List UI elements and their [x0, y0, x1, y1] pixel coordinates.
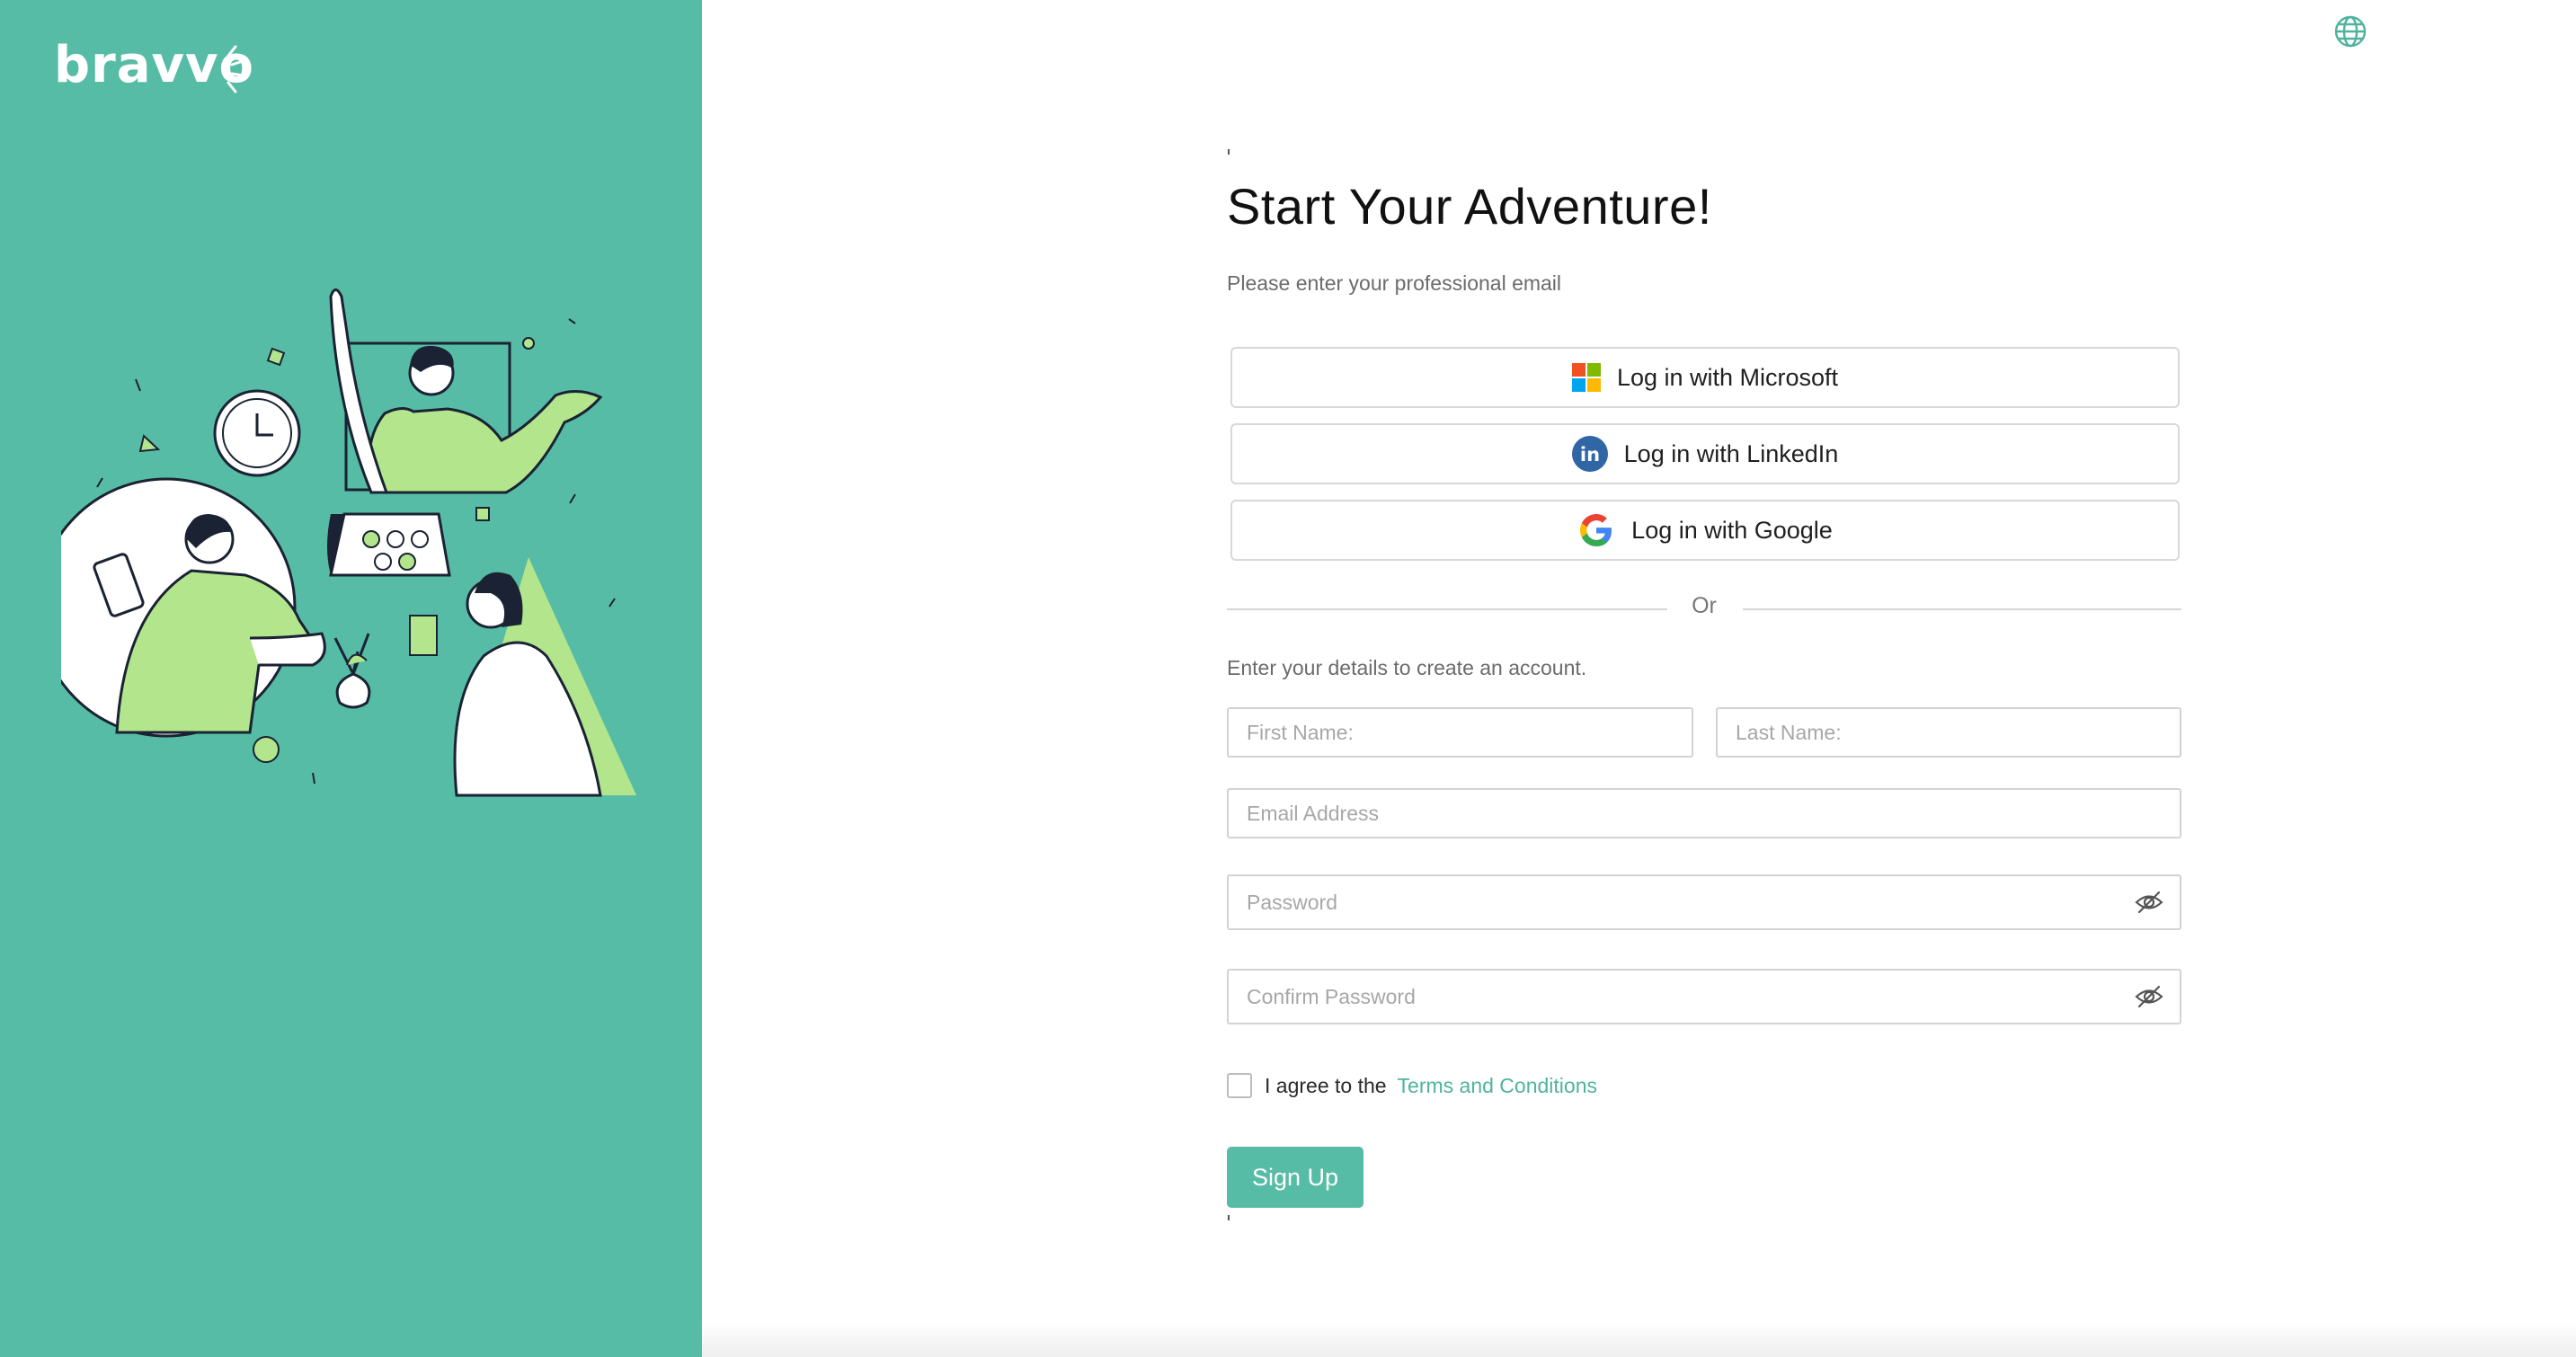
google-login-button[interactable]: Log in with Google [1230, 500, 2180, 561]
linkedin-icon: in [1571, 436, 1608, 472]
microsoft-login-label: Log in with Microsoft [1616, 363, 1839, 391]
first-name-field[interactable] [1227, 707, 1693, 758]
sign-up-button[interactable]: Sign Up [1227, 1147, 1364, 1208]
microsoft-icon [1571, 363, 1601, 392]
microsoft-login-button[interactable]: Log in with Microsoft [1230, 347, 2180, 408]
email-field[interactable] [1227, 788, 2181, 838]
team-illustration [61, 288, 636, 797]
bravvo-logo: bravvo [54, 36, 261, 108]
password-field[interactable] [1227, 874, 2181, 930]
or-divider: Or [1227, 593, 2181, 625]
brand-panel: bravvo [0, 0, 702, 1357]
eye-slash-icon[interactable] [2135, 984, 2163, 1009]
bottom-shadow [702, 1321, 2576, 1357]
linkedin-login-button[interactable]: in Log in with LinkedIn [1230, 423, 2180, 484]
stray-mark [1228, 1215, 1230, 1220]
agree-label: I agree to the [1265, 1073, 1387, 1097]
terms-checkbox[interactable] [1227, 1073, 1252, 1098]
linkedin-login-label: Log in with LinkedIn [1623, 439, 1839, 467]
terms-link[interactable]: Terms and Conditions [1398, 1074, 1597, 1098]
globe-icon[interactable] [2332, 13, 2368, 49]
last-name-input[interactable] [1718, 709, 2180, 756]
divider-line-right [1743, 608, 2181, 610]
confirm-password-input[interactable] [1229, 971, 2180, 1023]
last-name-field[interactable] [1716, 707, 2181, 758]
signup-form: Start Your Adventure! Please enter your … [1227, 0, 2189, 1357]
svg-text:in: in [1580, 444, 1600, 466]
first-name-input[interactable] [1229, 709, 1692, 756]
details-instructions: Enter your details to create an account. [1227, 656, 1587, 679]
email-input[interactable] [1229, 790, 2180, 837]
stray-mark [1228, 149, 1230, 155]
terms-agreement: I agree to the Terms and Conditions [1227, 1072, 1597, 1099]
confirm-password-field[interactable] [1227, 969, 2181, 1024]
page-title: Start Your Adventure! [1227, 178, 1712, 235]
password-input[interactable] [1229, 876, 2180, 928]
or-label: Or [1692, 593, 1717, 618]
logo-rays-icon [227, 45, 244, 93]
subtitle: Please enter your professional email [1227, 271, 1562, 295]
eye-slash-icon[interactable] [2135, 890, 2163, 915]
google-icon [1580, 514, 1612, 546]
google-login-label: Log in with Google [1631, 516, 1833, 544]
